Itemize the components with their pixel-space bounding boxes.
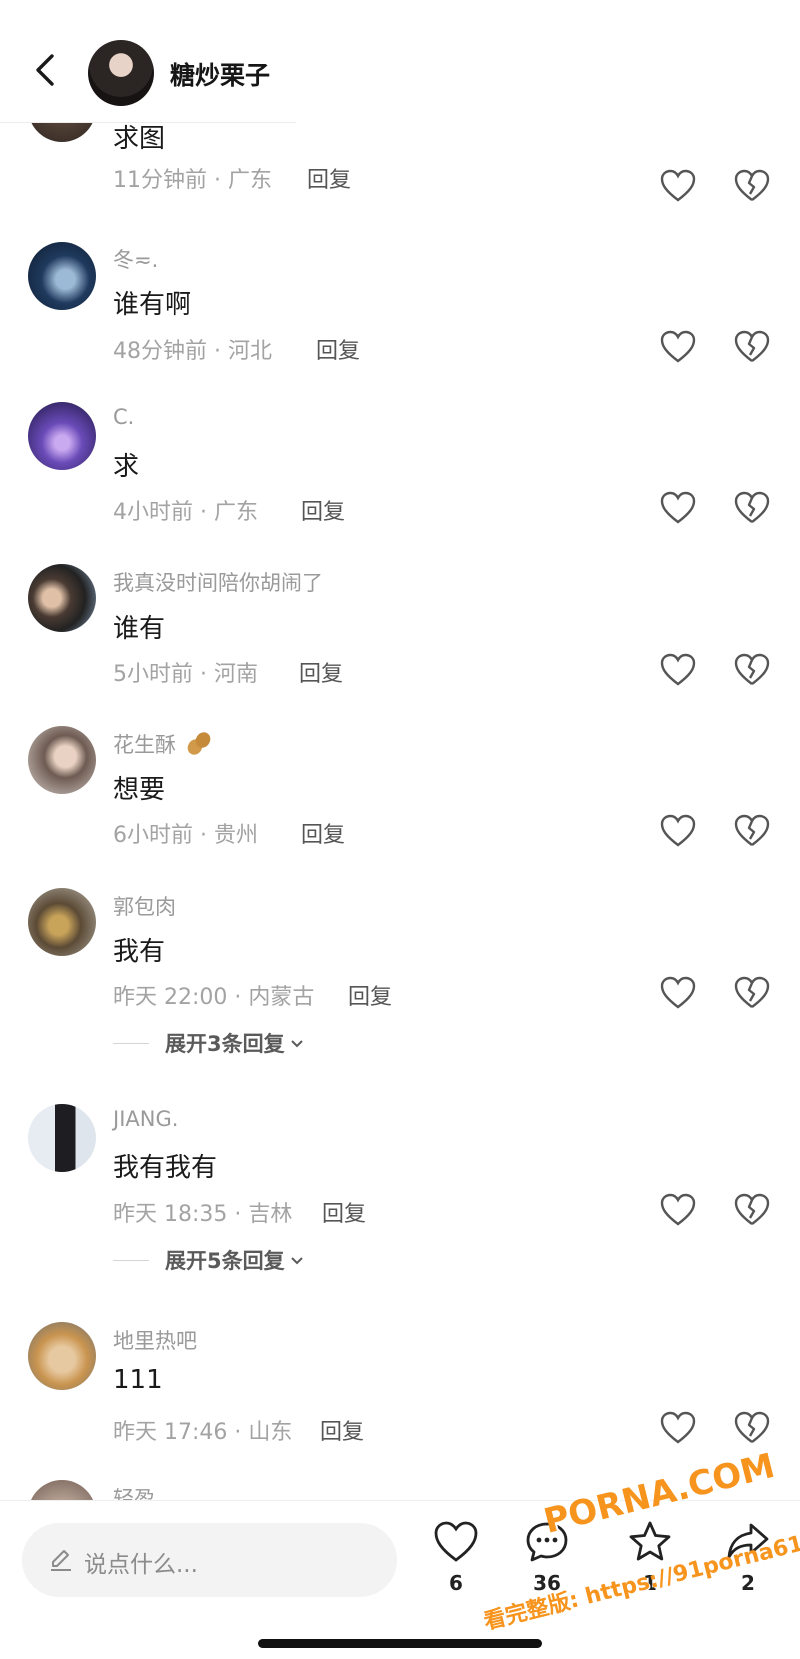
comment-time-location: 6小时前 · 贵州 — [113, 823, 258, 848]
broken-heart-icon[interactable] — [734, 1411, 770, 1445]
avatar[interactable] — [28, 242, 96, 310]
avatar[interactable] — [28, 1104, 96, 1172]
broken-heart-icon[interactable] — [734, 330, 770, 364]
comment-input[interactable]: 说点什么... — [22, 1523, 397, 1597]
comment-username[interactable]: 地里热吧 — [113, 1325, 197, 1355]
avatar[interactable] — [28, 726, 96, 794]
reply-button[interactable]: 回复 — [320, 1414, 364, 1446]
comment-username-text: 花生酥 — [113, 733, 176, 757]
broken-heart-icon[interactable] — [734, 653, 770, 687]
comment-text: 求 — [113, 452, 140, 482]
header-divider — [0, 122, 296, 123]
comment-username[interactable]: 轻盈 — [113, 1483, 155, 1500]
heart-icon[interactable] — [660, 491, 696, 525]
divider — [113, 1259, 149, 1261]
comment-text: 想要 — [113, 775, 166, 805]
chat-header: 糖炒栗子 — [0, 0, 800, 123]
home-indicator[interactable] — [258, 1639, 542, 1648]
header-title[interactable]: 糖炒栗子 — [170, 56, 270, 92]
chevron-down-icon — [290, 1040, 303, 1048]
avatar[interactable] — [28, 888, 96, 956]
share-count: 2 — [741, 1571, 755, 1595]
peanut-icon — [187, 732, 211, 755]
broken-heart-icon[interactable] — [734, 169, 770, 203]
heart-icon[interactable] — [660, 169, 696, 203]
comment-list: 求图 11分钟前 · 广东 回复 冬≂. 谁有啊 48分钟前 · 河北 回复 C… — [0, 0, 800, 1500]
comment-time-location: 昨天 22:00 · 内蒙古 — [113, 985, 315, 1010]
comment-input-placeholder: 说点什么... — [84, 1552, 198, 1578]
heart-icon[interactable] — [660, 976, 696, 1010]
reply-button[interactable]: 回复 — [322, 1196, 366, 1228]
comment-username[interactable]: JIANG. — [113, 1107, 178, 1131]
like-count: 6 — [449, 1571, 463, 1595]
reply-button[interactable]: 回复 — [301, 494, 345, 526]
comment-username[interactable]: 花生酥 — [113, 729, 213, 759]
avatar[interactable] — [28, 1322, 96, 1390]
comment-text: 111 — [113, 1365, 163, 1395]
avatar[interactable] — [28, 402, 96, 470]
expand-replies-label: 展开3条回复 — [165, 1032, 285, 1056]
heart-icon[interactable] — [660, 330, 696, 364]
favorite-button[interactable]: 1 — [620, 1519, 680, 1609]
reply-button[interactable]: 回复 — [299, 656, 343, 688]
broken-heart-icon[interactable] — [734, 976, 770, 1010]
comment-button[interactable]: 36 — [517, 1519, 577, 1609]
avatar[interactable] — [28, 564, 96, 632]
comment-text: 我有我有 — [113, 1153, 218, 1183]
comment-time-location: 48分钟前 · 河北 — [113, 339, 272, 364]
comment-count: 36 — [533, 1571, 561, 1595]
like-button[interactable]: 6 — [426, 1519, 486, 1609]
comment-time-location: 5小时前 · 河南 — [113, 662, 258, 687]
broken-heart-icon[interactable] — [734, 491, 770, 525]
expand-replies[interactable]: 展开3条回复 — [113, 1028, 305, 1058]
comment-bubble-icon — [526, 1522, 568, 1562]
bottom-bar: 说点什么... 6 36 1 2 — [0, 1500, 800, 1659]
reply-button[interactable]: 回复 — [348, 979, 392, 1011]
share-arrow-icon — [727, 1523, 769, 1559]
broken-heart-icon[interactable] — [734, 1193, 770, 1227]
comment-text: 求图 — [113, 124, 166, 154]
comment-time-location: 昨天 18:35 · 吉林 — [113, 1202, 293, 1227]
comment-text: 谁有啊 — [113, 290, 192, 320]
reply-button[interactable]: 回复 — [316, 333, 360, 365]
broken-heart-icon[interactable] — [734, 814, 770, 848]
heart-icon[interactable] — [660, 1411, 696, 1445]
favorite-count: 1 — [643, 1571, 657, 1595]
avatar[interactable] — [28, 1480, 96, 1500]
chevron-down-icon — [290, 1257, 303, 1265]
heart-icon[interactable] — [660, 653, 696, 687]
comment-text: 我有 — [113, 937, 166, 967]
back-arrow-icon[interactable] — [30, 50, 62, 90]
divider — [113, 1042, 149, 1044]
expand-replies[interactable]: 展开5条回复 — [113, 1245, 305, 1275]
reply-button[interactable]: 回复 — [301, 817, 345, 849]
header-avatar[interactable] — [88, 40, 154, 106]
star-icon — [629, 1521, 671, 1561]
share-button[interactable]: 2 — [718, 1519, 778, 1609]
comment-username[interactable]: 郭包肉 — [113, 891, 176, 921]
comment-time-location: 11分钟前 · 广东 — [113, 168, 272, 193]
comment-time-location: 昨天 17:46 · 山东 — [113, 1420, 293, 1445]
heart-icon[interactable] — [660, 814, 696, 848]
comment-username[interactable]: 冬≂. — [113, 244, 158, 274]
expand-replies-label: 展开5条回复 — [165, 1249, 285, 1273]
comment-text: 谁有 — [113, 614, 166, 644]
comment-username[interactable]: C. — [113, 405, 134, 429]
heart-icon — [434, 1521, 478, 1562]
comment-time-location: 4小时前 · 广东 — [113, 500, 258, 525]
heart-icon[interactable] — [660, 1193, 696, 1227]
comment-username[interactable]: 我真没时间陪你胡闹了 — [113, 567, 323, 597]
pencil-icon — [51, 1550, 71, 1571]
reply-button[interactable]: 回复 — [307, 162, 351, 194]
